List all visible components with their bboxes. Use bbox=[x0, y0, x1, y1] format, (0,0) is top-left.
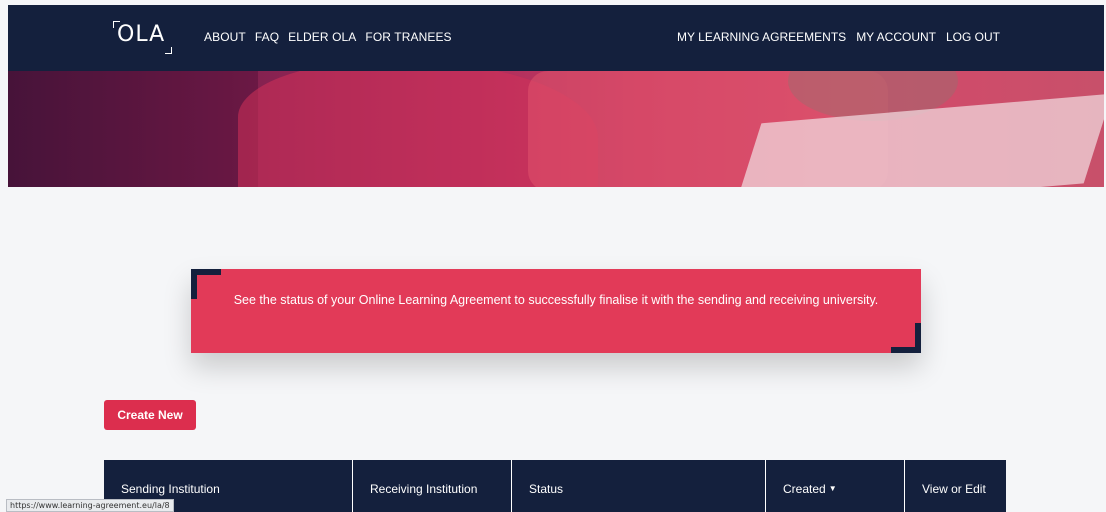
column-header-label: Status bbox=[529, 482, 564, 496]
status-info-text: See the status of your Online Learning A… bbox=[233, 293, 879, 307]
caret-down-icon: ▼ bbox=[828, 484, 837, 493]
info-corner-bottom-right bbox=[891, 323, 921, 353]
hero-shape-left bbox=[8, 71, 258, 187]
nav-link-log-out[interactable]: LOG OUT bbox=[946, 30, 1000, 44]
logo-corner-bottom-right bbox=[165, 47, 172, 54]
nav-link-my-account[interactable]: MY ACCOUNT bbox=[856, 30, 936, 44]
column-header-label: View or Edit bbox=[922, 482, 986, 496]
logo-text: OLA bbox=[117, 22, 166, 47]
agreements-table-header: Sending Institution Receiving Institutio… bbox=[104, 460, 1006, 512]
nav-link-faq[interactable]: FAQ bbox=[255, 30, 279, 44]
nav-left-links: ABOUT FAQ ELDER OLA FOR TRANEES bbox=[204, 30, 452, 44]
create-new-button[interactable]: Create New bbox=[104, 400, 196, 430]
hero-banner bbox=[8, 71, 1104, 187]
column-header-status[interactable]: Status bbox=[512, 460, 766, 512]
info-corner-top-left bbox=[191, 269, 221, 299]
nav-link-about[interactable]: ABOUT bbox=[204, 30, 246, 44]
status-info-box: See the status of your Online Learning A… bbox=[191, 269, 921, 353]
column-header-view-or-edit[interactable]: View or Edit bbox=[905, 460, 1006, 512]
nav-link-for-trainees[interactable]: FOR TRANEES bbox=[365, 30, 451, 44]
column-header-label: Receiving Institution bbox=[370, 482, 478, 496]
ola-logo[interactable]: OLA bbox=[111, 17, 177, 59]
nav-link-elder-ola[interactable]: ELDER OLA bbox=[288, 30, 356, 44]
column-header-label: Sending Institution bbox=[121, 482, 220, 496]
column-header-created[interactable]: Created ▼ bbox=[766, 460, 905, 512]
top-navbar: OLA ABOUT FAQ ELDER OLA FOR TRANEES MY L… bbox=[8, 5, 1104, 71]
column-header-receiving-institution[interactable]: Receiving Institution bbox=[353, 460, 512, 512]
nav-right-links: MY LEARNING AGREEMENTS MY ACCOUNT LOG OU… bbox=[677, 30, 1000, 44]
nav-link-my-learning-agreements[interactable]: MY LEARNING AGREEMENTS bbox=[677, 30, 846, 44]
column-header-label: Created bbox=[783, 482, 826, 496]
status-bar-url: https://www.learning-agreement.eu/la/8 bbox=[6, 499, 174, 512]
